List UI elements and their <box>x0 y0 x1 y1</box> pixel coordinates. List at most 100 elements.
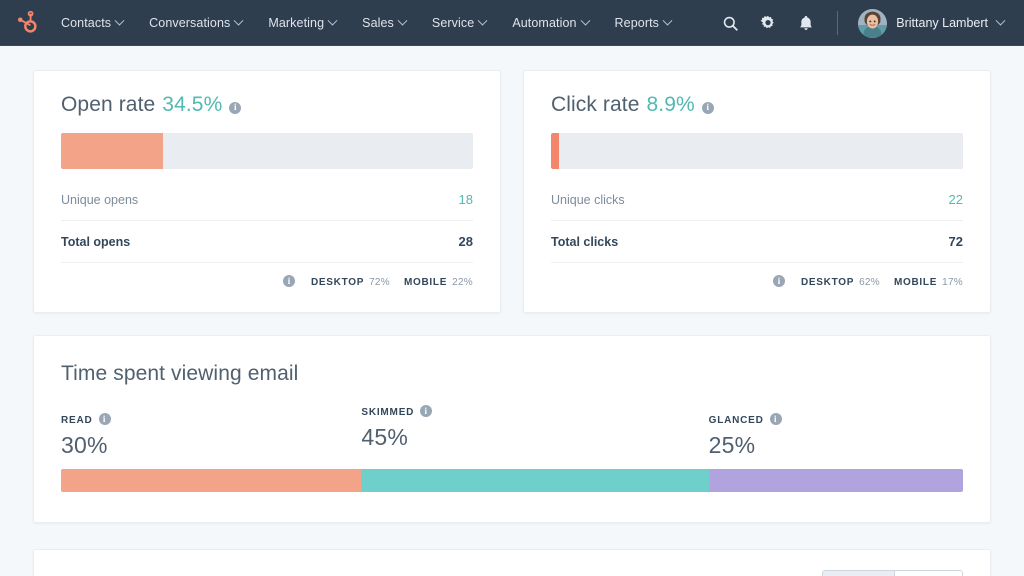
segment-value: 45% <box>361 424 408 450</box>
device-label: DESKTOP <box>801 276 855 288</box>
chevron-down-icon <box>233 15 244 26</box>
click-rate-title: Click rate 8.9% <box>551 93 963 117</box>
chevron-down-icon <box>397 15 408 26</box>
nav-item-service[interactable]: Service <box>419 3 499 44</box>
open-rate-value: 34.5% <box>162 93 223 116</box>
open-rate-stats: Unique opens 18 Total opens 28 DESKTOP 7… <box>61 179 473 302</box>
info-icon[interactable] <box>98 413 111 425</box>
bell-icon <box>800 15 813 30</box>
navbar-divider <box>837 11 839 35</box>
open-rate-progress-fill <box>61 133 163 169</box>
time-spent-stacked-bar <box>61 469 963 492</box>
nav-label: Conversations <box>149 15 231 30</box>
stat-value[interactable]: 18 <box>459 192 473 207</box>
info-icon[interactable] <box>701 101 714 114</box>
dashboard-body: Open rate 34.5% Unique opens 18 Total op… <box>0 46 1024 576</box>
navbar-actions: Brittany Lambert <box>713 6 1008 41</box>
user-menu[interactable]: Brittany Lambert <box>854 6 1008 41</box>
device-value: 72% <box>369 276 390 288</box>
stat-row-unique-clicks: Unique clicks 22 <box>551 179 963 221</box>
stat-label: Total clicks <box>551 234 619 249</box>
nav-label: Automation <box>512 15 577 30</box>
device-label: MOBILE <box>893 276 938 288</box>
segment-read: READ 30% <box>61 413 361 459</box>
open-rate-card: Open rate 34.5% Unique opens 18 Total op… <box>33 70 501 313</box>
nav-label: Reports <box>614 15 660 30</box>
click-rate-progress-track <box>551 133 963 169</box>
bar-segment-read[interactable] <box>61 469 362 492</box>
click-rate-card: Click rate 8.9% Unique clicks 22 Total c… <box>523 70 991 313</box>
top-navbar: Contacts Conversations Marketing Sales S… <box>0 0 1024 46</box>
stat-row-total-clicks: Total clicks 72 <box>551 221 963 263</box>
search-button[interactable] <box>713 6 747 40</box>
stat-row-unique-opens: Unique opens 18 <box>61 179 473 221</box>
stat-label: Total opens <box>61 234 131 249</box>
nav-label: Sales <box>362 15 394 30</box>
segment-label: GLANCED <box>708 414 764 426</box>
chevron-down-icon <box>477 15 488 26</box>
open-rate-title: Open rate 34.5% <box>61 93 473 117</box>
segment-head: READ <box>61 413 361 426</box>
hubspot-sprocket-logo[interactable] <box>10 8 40 38</box>
segment-label: SKIMMED <box>361 406 415 418</box>
bar-segment-skimmed[interactable] <box>361 469 709 492</box>
device-desktop: DESKTOP 62% <box>801 277 880 288</box>
device-value: 62% <box>859 276 880 288</box>
open-device-breakdown: DESKTOP 72% MOBILE 22% <box>61 263 473 302</box>
chart-tab-group: Opens Clicks <box>821 570 963 576</box>
segment-value: 25% <box>708 432 756 458</box>
settings-button[interactable] <box>751 6 785 40</box>
device-mobile: MOBILE 22% <box>404 277 473 288</box>
stat-value[interactable]: 22 <box>949 192 963 207</box>
bar-segment-glanced[interactable] <box>708 469 963 492</box>
chevron-down-icon <box>662 15 673 26</box>
nav-item-reports[interactable]: Reports <box>602 3 684 44</box>
segment-skimmed: SKIMMED 45% <box>361 405 708 451</box>
tab-opens[interactable]: Opens <box>822 571 894 576</box>
search-icon <box>723 16 738 31</box>
rate-cards-row: Open rate 34.5% Unique opens 18 Total op… <box>33 70 991 313</box>
user-avatar-photo <box>858 8 888 38</box>
chevron-down-icon <box>995 15 1006 26</box>
info-icon[interactable] <box>773 275 785 287</box>
stat-value: 28 <box>458 234 473 249</box>
primary-nav: Contacts Conversations Marketing Sales S… <box>48 3 684 44</box>
nav-item-sales[interactable]: Sales <box>349 3 419 44</box>
nav-item-marketing[interactable]: Marketing <box>255 3 349 44</box>
nav-item-contacts[interactable]: Contacts <box>48 3 136 44</box>
nav-label: Service <box>431 15 475 30</box>
nav-label: Marketing <box>268 15 325 30</box>
time-spent-legend: READ 30% SKIMMED 45% GLANCED <box>61 405 963 459</box>
nav-item-automation[interactable]: Automation <box>499 3 601 44</box>
time-spent-card: Time spent viewing email READ 30% SKIMME… <box>33 335 991 523</box>
engagement-chart-card: Opens Clicks <box>33 549 991 576</box>
chevron-down-icon <box>327 15 338 26</box>
nav-item-conversations[interactable]: Conversations <box>136 3 255 44</box>
segment-label: READ <box>61 414 93 426</box>
nav-label: Contacts <box>61 15 112 30</box>
info-icon[interactable] <box>420 405 433 417</box>
device-desktop: DESKTOP 72% <box>311 277 390 288</box>
info-icon[interactable] <box>229 101 242 114</box>
open-rate-progress-track <box>61 133 473 169</box>
click-rate-value: 8.9% <box>646 93 695 116</box>
click-rate-stats: Unique clicks 22 Total clicks 72 DESKTOP… <box>551 179 963 302</box>
segment-head: SKIMMED <box>361 405 708 418</box>
chevron-down-icon <box>580 15 590 26</box>
gear-icon <box>760 15 774 29</box>
info-icon[interactable] <box>769 413 782 425</box>
click-rate-progress-fill <box>551 133 560 169</box>
stat-value: 72 <box>948 234 963 249</box>
user-name-label: Brittany Lambert <box>896 16 988 30</box>
tab-clicks[interactable]: Clicks <box>893 571 962 576</box>
click-device-breakdown: DESKTOP 62% MOBILE 17% <box>551 263 963 302</box>
page-title: Time spent viewing email <box>61 362 299 385</box>
notifications-button[interactable] <box>789 6 823 40</box>
stat-label: Unique clicks <box>551 192 625 207</box>
device-mobile: MOBILE 17% <box>894 277 963 288</box>
segment-glanced: GLANCED 25% <box>708 413 963 459</box>
info-icon[interactable] <box>283 275 295 287</box>
avatar <box>858 8 888 38</box>
stat-label: Unique opens <box>61 192 139 207</box>
open-rate-label: Open rate <box>61 93 156 116</box>
